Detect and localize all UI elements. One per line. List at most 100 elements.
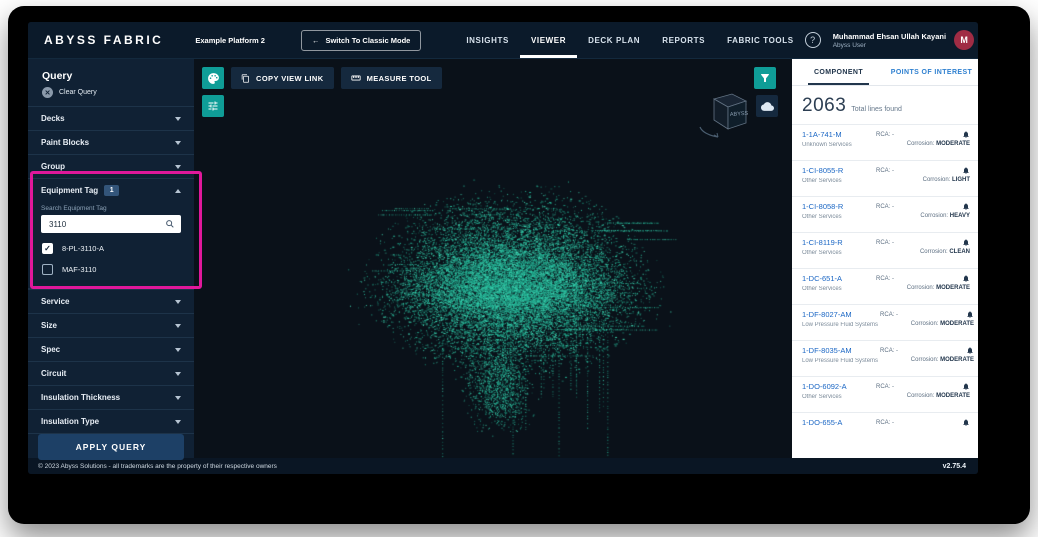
chevron-down-icon	[175, 348, 181, 352]
component-id[interactable]: 1-DF-8035-AM	[802, 346, 878, 355]
bell-icon[interactable]	[962, 130, 970, 139]
accordion-header[interactable]: Spec	[28, 337, 194, 361]
checkbox[interactable]	[42, 243, 53, 254]
tab-component[interactable]: COMPONENT	[792, 59, 885, 85]
component-row[interactable]: 1-DF-8035-AM Low Pressure Fluid Systems …	[792, 340, 978, 376]
component-id[interactable]: 1-CI-8058-R	[802, 202, 874, 211]
user-info[interactable]: Muhammad Ehsan Ullah Kayani Abyss User	[833, 32, 946, 49]
component-rca: RCA: -	[876, 166, 910, 196]
component-rca: RCA: -	[876, 130, 910, 160]
equipment-tag-search	[41, 215, 181, 233]
nav-item[interactable]: INSIGHTS	[455, 22, 520, 58]
bell-icon[interactable]	[962, 274, 970, 283]
user-name: Muhammad Ehsan Ullah Kayani	[833, 32, 946, 41]
bell-icon[interactable]	[962, 382, 970, 391]
accordion-header[interactable]: Paint Blocks	[28, 130, 194, 154]
corrosion-value: MODERATE	[936, 393, 970, 399]
bell-icon[interactable]	[962, 166, 970, 175]
nav-item[interactable]: VIEWER	[520, 22, 577, 58]
component-row[interactable]: 1-DO-6092-A Other Services RCA: - Corros…	[792, 376, 978, 412]
accordion-label: Service	[41, 297, 69, 306]
main-area: Query ✕ Clear Query Decks Paint Blocks	[28, 59, 978, 458]
component-id[interactable]: 1-CI-8055-R	[802, 166, 874, 175]
accordion-header[interactable]: Service	[28, 289, 194, 313]
platform-selector[interactable]: Example Platform 2	[189, 35, 271, 46]
filter-button[interactable]	[754, 67, 776, 89]
accordion-label: Spec	[41, 345, 60, 354]
component-row[interactable]: 1-DF-8027-AM Low Pressure Fluid Systems …	[792, 304, 978, 340]
bell-icon[interactable]	[966, 346, 974, 355]
user-avatar[interactable]: M	[954, 30, 974, 50]
component-row[interactable]: 1-DO-655-A RCA: -	[792, 412, 978, 448]
component-row[interactable]: 1-CI-8055-R Other Services RCA: - Corros…	[792, 160, 978, 196]
accordion-group-top: Decks Paint Blocks Group	[28, 106, 194, 178]
render-mode-button[interactable]	[202, 67, 224, 89]
option-label: 8-PL-3110-A	[62, 244, 104, 253]
component-id[interactable]: 1-DO-6092-A	[802, 382, 874, 391]
clear-query-button[interactable]: ✕ Clear Query	[28, 86, 194, 106]
corrosion-status: Corrosion: HEAVY	[920, 213, 970, 219]
component-row[interactable]: 1-CI-8058-R Other Services RCA: - Corros…	[792, 196, 978, 232]
search-label: Search Equipment Tag	[28, 202, 194, 214]
copy-view-link-button[interactable]: COPY VIEW LINK	[231, 67, 334, 89]
copy-view-link-label: COPY VIEW LINK	[256, 74, 324, 83]
accordion-header[interactable]: Size	[28, 313, 194, 337]
equipment-tag-option[interactable]: 8-PL-3110-A	[28, 238, 194, 259]
accordion-header[interactable]: Insulation Thickness	[28, 385, 194, 409]
apply-query-button[interactable]: APPLY QUERY	[38, 434, 184, 460]
corrosion-value: MODERATE	[940, 357, 974, 363]
bell-icon[interactable]	[962, 418, 970, 427]
accordion-header-equipment-tag[interactable]: Equipment Tag 1	[28, 178, 194, 202]
tune-settings-button[interactable]	[202, 95, 224, 117]
component-rca: RCA: -	[876, 238, 910, 268]
component-id[interactable]: 1-1A-741-M	[802, 130, 874, 139]
bell-icon[interactable]	[966, 310, 974, 319]
tune-icon	[207, 100, 219, 112]
component-id[interactable]: 1-DF-8027-AM	[802, 310, 878, 319]
accordion-header[interactable]: Insulation Type	[28, 409, 194, 433]
component-main: 1-CI-8119-R Other Services	[802, 238, 874, 268]
search-input[interactable]	[47, 219, 161, 230]
bell-icon[interactable]	[962, 238, 970, 247]
component-main: 1-DO-655-A	[802, 418, 874, 448]
component-main: 1-DF-8035-AM Low Pressure Fluid Systems	[802, 346, 878, 376]
component-status: Corrosion: HEAVY	[912, 202, 970, 232]
accordion-header[interactable]: Circuit	[28, 361, 194, 385]
accordion-group-bottom: Service Size Spec Circuit Insula	[28, 289, 194, 434]
component-service: Low Pressure Fluid Systems	[802, 358, 878, 364]
component-service: Other Services	[802, 178, 874, 184]
orientation-cube[interactable]: ABYSS	[690, 83, 756, 148]
nav-item[interactable]: FABRIC TOOLS	[716, 22, 805, 58]
switch-classic-mode-button[interactable]: ← Switch To Classic Mode	[301, 30, 421, 51]
component-row[interactable]: 1-DC-651-A Other Services RCA: - Corrosi…	[792, 268, 978, 304]
nav-item[interactable]: REPORTS	[651, 22, 716, 58]
component-row[interactable]: 1-1A-741-M Unknown Services RCA: - Corro…	[792, 124, 978, 160]
nav-item[interactable]: DECK PLAN	[577, 22, 651, 58]
copyright-text: © 2023 Abyss Solutions - all trademarks …	[38, 463, 277, 470]
viewer-3d[interactable]: COPY VIEW LINK MEASURE TOOL	[194, 59, 792, 458]
cloud-button[interactable]	[756, 95, 778, 117]
accordion-header[interactable]: Group	[28, 154, 194, 178]
panel-tabs: COMPONENT POINTS OF INTEREST	[792, 59, 978, 86]
results-count: 2063 Total lines found	[792, 86, 978, 124]
chevron-down-icon	[175, 324, 181, 328]
checkbox[interactable]	[42, 264, 53, 275]
accordion-label: Paint Blocks	[41, 138, 89, 147]
component-id[interactable]: 1-DC-651-A	[802, 274, 874, 283]
tab-points-of-interest[interactable]: POINTS OF INTEREST	[885, 59, 978, 85]
ruler-icon	[351, 73, 361, 83]
chevron-down-icon	[175, 117, 181, 121]
bell-icon[interactable]	[962, 202, 970, 211]
accordion-header[interactable]: Decks	[28, 106, 194, 130]
measure-tool-button[interactable]: MEASURE TOOL	[341, 67, 442, 89]
accordion-label: Circuit	[41, 369, 66, 378]
help-icon[interactable]: ?	[805, 32, 821, 48]
component-id[interactable]: 1-CI-8119-R	[802, 238, 874, 247]
corrosion-status: Corrosion: LIGHT	[923, 177, 970, 183]
component-id[interactable]: 1-DO-655-A	[802, 418, 874, 427]
equipment-tag-option[interactable]: MAF-3110	[28, 259, 194, 280]
chevron-down-icon	[175, 300, 181, 304]
corrosion-value: MODERATE	[940, 321, 974, 327]
component-row[interactable]: 1-CI-8119-R Other Services RCA: - Corros…	[792, 232, 978, 268]
component-rca: RCA: -	[876, 274, 910, 304]
